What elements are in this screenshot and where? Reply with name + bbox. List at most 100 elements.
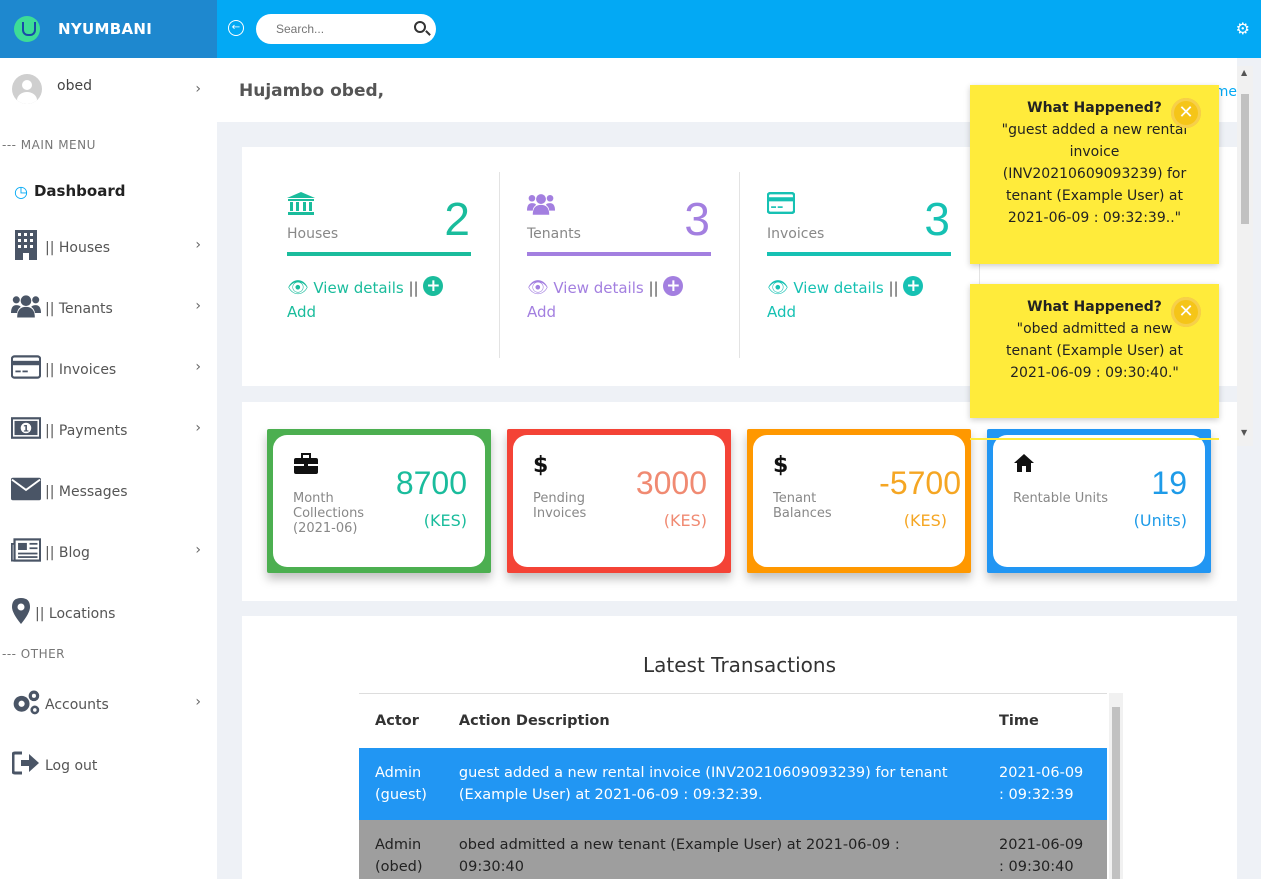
sidebar-item-label: Dashboard xyxy=(33,182,126,200)
month-collections-box[interactable]: Month Collections (2021-06) 8700 (KES) xyxy=(267,429,491,573)
search-input[interactable] xyxy=(256,14,396,44)
sidebar-item-invoices[interactable]: || Invoices › xyxy=(0,336,217,397)
user-profile-row[interactable]: obed › xyxy=(0,58,217,120)
add-link[interactable]: Add xyxy=(767,303,796,321)
scroll-down-icon[interactable]: ▼ xyxy=(1241,428,1247,437)
stat-underline xyxy=(527,252,711,256)
users-icon xyxy=(11,291,41,321)
tenant-balances-box[interactable]: $ Tenant Balances -5700 (KES) xyxy=(747,429,971,573)
sidebar-item-label: Accounts xyxy=(45,696,109,713)
toast-body: "guest added a new rental invoice (INV20… xyxy=(1001,122,1188,226)
sidebar-item-accounts[interactable]: Accounts › xyxy=(0,671,217,732)
box-label: Tenant Balances xyxy=(773,491,832,521)
chevron-right-icon: › xyxy=(195,297,201,314)
dashboard-icon: ◷ xyxy=(14,181,28,201)
add-circle-icon[interactable]: + xyxy=(903,276,924,296)
stat-value: 3 xyxy=(924,193,950,245)
brand-header[interactable]: NYUMBANI xyxy=(0,0,217,58)
time-cell: 2021-06-09 : 09:32:39 xyxy=(983,747,1107,820)
chevron-right-icon: › xyxy=(195,693,201,710)
sidebar-item-messages[interactable]: || Messages xyxy=(0,458,217,519)
view-details-link[interactable]: View details xyxy=(793,279,883,297)
eye-icon[interactable]: 👁 xyxy=(767,276,789,300)
view-details-link[interactable]: View details xyxy=(553,279,643,297)
scrollbar-thumb[interactable] xyxy=(1112,707,1120,879)
sign-out-icon xyxy=(11,748,41,778)
stat-tenants: Tenants 3 👁 View details || + Add xyxy=(482,172,722,362)
finance-card: Month Collections (2021-06) 8700 (KES) $… xyxy=(242,402,1237,601)
box-value: -5700 xyxy=(879,465,961,501)
table-header-row: Actor Action Description Time xyxy=(359,693,1107,748)
collapse-sidebar-icon[interactable]: ← xyxy=(228,20,244,36)
sidebar-item-logout[interactable]: Log out xyxy=(0,732,217,793)
description-cell: guest added a new rental invoice (INV202… xyxy=(442,747,983,820)
map-marker-icon xyxy=(11,596,31,626)
stat-value: 2 xyxy=(444,193,470,245)
sidebar-item-dashboard[interactable]: ◷ Dashboard xyxy=(0,168,217,214)
close-icon[interactable]: ✕ xyxy=(1171,297,1201,327)
add-circle-icon[interactable]: + xyxy=(423,276,444,296)
view-details-link[interactable]: View details xyxy=(313,279,403,297)
rentable-units-box[interactable]: Rentable Units 19 (Units) xyxy=(987,429,1211,573)
dollar-icon: $ xyxy=(533,453,549,478)
column-header: Time xyxy=(983,693,1107,748)
nyumbani-logo-icon xyxy=(14,16,40,42)
sidebar-item-label: || Messages xyxy=(45,483,128,500)
actor-cell: Admin (guest) xyxy=(359,747,443,820)
description-cell: obed admitted a new tenant (Example User… xyxy=(442,819,983,879)
box-unit: (KES) xyxy=(903,511,947,530)
stat-actions: 👁 View details || + Add xyxy=(287,276,477,324)
transactions-card: Latest Transactions Actor Action Descrip… xyxy=(242,616,1237,879)
gear-icon[interactable]: ⚙ xyxy=(1236,19,1250,38)
scrollbar-thumb[interactable] xyxy=(1241,94,1249,224)
close-icon[interactable]: ✕ xyxy=(1171,98,1201,128)
sidebar-item-tenants[interactable]: || Tenants › xyxy=(0,275,217,336)
avatar xyxy=(12,74,42,104)
eye-icon[interactable]: 👁 xyxy=(527,276,549,300)
stat-houses: Houses 2 👁 View details || + Add xyxy=(242,172,482,362)
sidebar-item-locations[interactable]: || Locations xyxy=(0,580,217,641)
eye-icon[interactable]: 👁 xyxy=(287,276,309,300)
add-circle-icon[interactable]: + xyxy=(663,276,684,296)
sidebar-item-label: || Locations xyxy=(35,605,116,622)
toast-body: "obed admitted a new tenant (Example Use… xyxy=(1006,321,1183,381)
envelope-icon xyxy=(11,474,41,504)
box-inner: Month Collections (2021-06) 8700 (KES) xyxy=(273,435,485,567)
scroll-up-icon[interactable]: ▲ xyxy=(1241,68,1247,77)
add-link[interactable]: Add xyxy=(287,303,316,321)
table-scrollbar[interactable] xyxy=(1109,693,1123,879)
box-unit: (Units) xyxy=(1133,511,1187,530)
building-icon xyxy=(11,229,41,260)
box-inner: $ Tenant Balances -5700 (KES) xyxy=(753,435,965,567)
bank-icon xyxy=(287,192,315,222)
column-header: Actor xyxy=(359,693,443,748)
chevron-right-icon: › xyxy=(195,81,201,97)
box-label: Rentable Units xyxy=(1013,491,1108,506)
chevron-right-icon: › xyxy=(195,419,201,436)
actor-cell: Admin (obed) xyxy=(359,819,443,879)
toast-title: What Happened? xyxy=(1027,100,1162,116)
table-row[interactable]: Admin (obed) obed admitted a new tenant … xyxy=(359,819,1107,879)
user-name: obed xyxy=(57,78,92,94)
notification-toast: What Happened? "guest added a new rental… xyxy=(970,85,1219,264)
add-link[interactable]: Add xyxy=(527,303,556,321)
time-cell: 2021-06-09 : 09:30:40 xyxy=(983,819,1107,879)
sidebar-item-payments[interactable]: 1 || Payments › xyxy=(0,397,217,458)
search-icon[interactable] xyxy=(414,21,426,33)
box-value: 8700 xyxy=(395,465,467,501)
sidebar-item-label: || Payments xyxy=(45,422,128,439)
pending-invoices-box[interactable]: $ Pending Invoices 3000 (KES) xyxy=(507,429,731,573)
page-scrollbar[interactable]: ▲ ▼ xyxy=(1237,66,1253,446)
sidebar-item-blog[interactable]: || Blog › xyxy=(0,519,217,580)
sidebar-item-label: || Invoices xyxy=(45,361,117,378)
table-row[interactable]: Admin (guest) guest added a new rental i… xyxy=(359,747,1107,820)
stat-value: 3 xyxy=(684,193,710,245)
separator: || xyxy=(883,279,904,297)
box-unit: (KES) xyxy=(423,511,467,530)
sidebar-item-houses[interactable]: || Houses › xyxy=(0,214,217,275)
stat-actions: 👁 View details || + Add xyxy=(527,276,717,324)
separator: || xyxy=(643,279,664,297)
box-value: 3000 xyxy=(635,465,707,501)
chevron-right-icon: › xyxy=(195,541,201,558)
chevron-right-icon: › xyxy=(195,236,201,253)
